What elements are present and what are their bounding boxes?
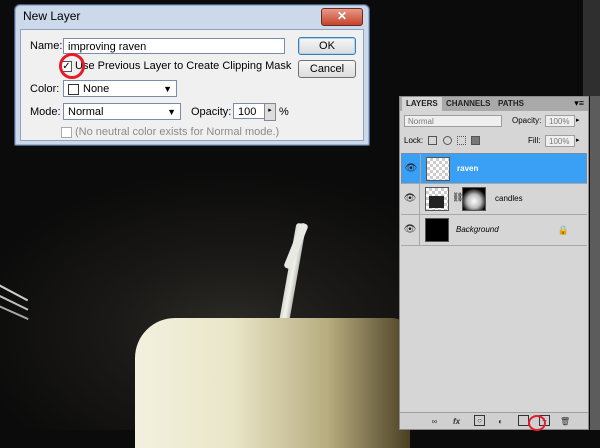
top-right-strip bbox=[583, 0, 600, 96]
neutral-color-label: (No neutral color exists for Normal mode… bbox=[75, 126, 280, 138]
new-layer-dialog: New Layer ✕ Name: improving raven OK Can… bbox=[14, 4, 370, 146]
opacity-slider-toggle-icon[interactable]: ▸ bbox=[264, 103, 276, 121]
color-select-value: None bbox=[83, 83, 110, 95]
color-swatch-icon bbox=[68, 83, 79, 95]
lock-icon: 🔒 bbox=[557, 225, 569, 235]
lock-row: Lock: bbox=[404, 136, 481, 146]
link-icon[interactable]: ∞ bbox=[430, 417, 439, 426]
dialog-title: New Layer bbox=[23, 9, 81, 23]
name-input[interactable]: improving raven bbox=[63, 38, 285, 54]
color-select[interactable]: None ▼ bbox=[63, 80, 177, 97]
name-label: Name: bbox=[30, 40, 63, 52]
layer-name: raven bbox=[457, 164, 479, 173]
mode-select-value: Normal bbox=[68, 106, 104, 118]
tab-channels[interactable]: CHANNELS bbox=[442, 97, 494, 111]
lock-position-icon[interactable] bbox=[456, 136, 466, 146]
opacity-label: Opacity: bbox=[191, 106, 232, 118]
chevron-down-icon: ▼ bbox=[167, 107, 176, 117]
right-toolbar-strip bbox=[590, 96, 600, 430]
chevron-down-icon: ▼ bbox=[163, 84, 172, 94]
eye-icon[interactable]: 👁 bbox=[401, 215, 420, 245]
panel-menu-icon[interactable]: ▾≡ bbox=[574, 98, 584, 109]
trash-icon[interactable]: 🗑 bbox=[560, 417, 570, 426]
clipping-mask-label: Use Previous Layer to Create Clipping Ma… bbox=[75, 60, 292, 72]
close-button[interactable]: ✕ bbox=[321, 8, 363, 26]
panel-tabs: LAYERS CHANNELS PATHS ▾≡ bbox=[400, 97, 588, 111]
lock-transparent-icon[interactable] bbox=[428, 136, 438, 146]
lock-label: Lock: bbox=[404, 136, 424, 145]
panel-opacity-label: Opacity: bbox=[512, 116, 542, 125]
candle bbox=[135, 318, 410, 448]
fill-input[interactable]: 100% bbox=[545, 135, 575, 147]
panel-opacity-input[interactable]: 100% bbox=[545, 115, 575, 127]
eye-icon[interactable]: 👁 bbox=[401, 184, 420, 214]
layers-panel: LAYERS CHANNELS PATHS ▾≡ Normal Opacity:… bbox=[399, 96, 589, 431]
cancel-button[interactable]: Cancel bbox=[298, 60, 356, 78]
layer-thumbnail bbox=[425, 218, 449, 242]
adjustment-icon[interactable]: ◐ bbox=[496, 417, 505, 426]
lock-all-icon[interactable] bbox=[471, 136, 481, 146]
highlight-circle bbox=[528, 415, 546, 431]
layer-name: Background bbox=[456, 225, 499, 234]
fill-label: Fill: bbox=[528, 136, 541, 145]
layer-row-candles[interactable]: 👁 ⛓ candles bbox=[401, 184, 587, 215]
ok-button[interactable]: OK bbox=[298, 37, 356, 55]
dialog-body: Name: improving raven OK Cancel ✓ Use Pr… bbox=[20, 29, 364, 141]
fx-icon[interactable]: fx bbox=[452, 417, 461, 426]
layer-thumbnail bbox=[426, 157, 450, 181]
thumbnail-content bbox=[429, 196, 444, 208]
neutral-color-checkbox bbox=[61, 127, 72, 138]
blend-mode-select[interactable]: Normal bbox=[404, 115, 502, 127]
mask-icon[interactable]: ○ bbox=[474, 415, 485, 426]
layer-name: candles bbox=[495, 194, 523, 203]
blend-mode-value: Normal bbox=[408, 117, 434, 126]
opacity-unit: % bbox=[279, 106, 289, 118]
mode-label: Mode: bbox=[30, 106, 61, 118]
layer-row-raven[interactable]: 👁 raven bbox=[401, 153, 587, 184]
fill-arrow-icon[interactable]: ▸ bbox=[576, 136, 580, 144]
opacity-arrow-icon[interactable]: ▸ bbox=[576, 116, 580, 124]
lock-image-icon[interactable] bbox=[442, 136, 452, 146]
tab-layers[interactable]: LAYERS bbox=[402, 97, 442, 111]
eye-icon[interactable]: 👁 bbox=[402, 154, 421, 184]
highlight-circle bbox=[59, 53, 85, 79]
color-label: Color: bbox=[30, 83, 60, 95]
tab-paths[interactable]: PATHS bbox=[494, 97, 528, 111]
mode-select[interactable]: Normal ▼ bbox=[63, 103, 181, 120]
layer-thumbnail bbox=[425, 187, 449, 211]
layer-mask-thumbnail bbox=[462, 187, 486, 211]
panel-footer: ∞ fx ○ ◐ + 🗑 bbox=[400, 412, 588, 431]
layer-row-background[interactable]: 👁 Background 🔒 bbox=[401, 215, 587, 246]
